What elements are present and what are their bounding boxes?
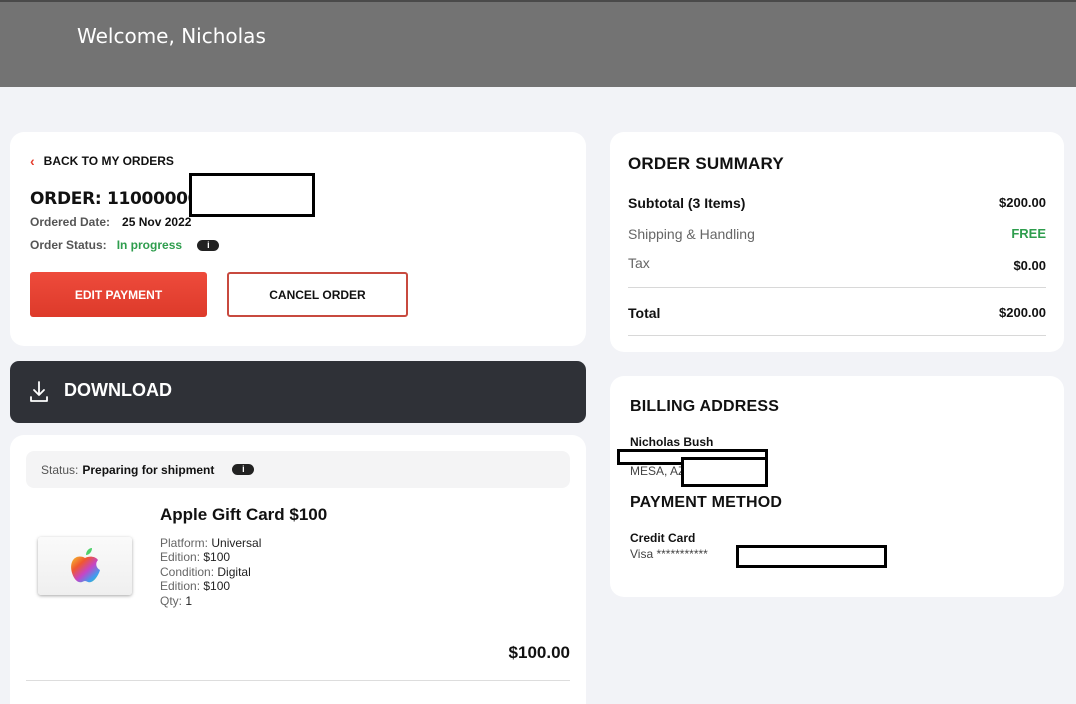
order-summary-card: ORDER SUMMARY Subtotal (3 Items) $200.00… — [610, 132, 1064, 352]
subtotal-label: Subtotal (3 Items) — [628, 195, 746, 211]
item-status-bar: Status: Preparing for shipment i — [26, 451, 570, 488]
spec-label: Qty: — [160, 594, 183, 608]
apple-logo-icon — [71, 548, 100, 583]
spec-platform: Platform: Universal — [160, 536, 261, 550]
divider — [628, 335, 1046, 336]
info-icon[interactable]: i — [197, 240, 220, 252]
cancel-order-button[interactable]: CANCEL ORDER — [227, 272, 408, 317]
billing-name: Nicholas Bush — [630, 435, 714, 449]
spec-label: Edition: — [160, 550, 201, 564]
spec-value: Universal — [211, 536, 262, 550]
order-number: ORDER: 11000000 — [30, 189, 200, 209]
spec-edition-2: Edition: $100 — [160, 579, 230, 593]
subtotal-row: Subtotal (3 Items) $200.00 — [628, 195, 1046, 211]
order-card: ‹ BACK TO MY ORDERS ORDER: 11000000 Orde… — [10, 132, 586, 346]
shipping-row: Shipping & Handling FREE — [628, 226, 1046, 242]
order-summary-title: ORDER SUMMARY — [628, 154, 784, 173]
billing-payment-card: BILLING ADDRESS Nicholas Bush MESA, AZ P… — [610, 376, 1064, 597]
redaction-box — [189, 173, 315, 217]
card-number: Visa *********** — [630, 547, 708, 561]
redaction-box — [681, 457, 768, 487]
spec-value: $100 — [203, 579, 231, 593]
ordered-date-value: 25 Nov 2022 — [122, 215, 192, 229]
order-status-row: Order Status: In progress i — [30, 238, 220, 252]
order-status-value: In progress — [116, 238, 183, 252]
top-header: Welcome, Nicholas — [0, 0, 1076, 87]
payment-method-title: PAYMENT METHOD — [630, 494, 783, 511]
redaction-box — [736, 545, 887, 568]
item-price: $100.00 — [508, 643, 570, 662]
spec-label: Condition: — [160, 565, 215, 579]
billing-address-title: BILLING ADDRESS — [630, 398, 780, 415]
tax-label: Tax — [628, 255, 650, 271]
shipping-label: Shipping & Handling — [628, 226, 755, 242]
divider — [26, 680, 570, 681]
spec-value: $100 — [203, 550, 231, 564]
item-status-label: Status: — [41, 462, 79, 477]
spec-value: Digital — [217, 565, 251, 579]
payment-type: Credit Card — [630, 531, 696, 545]
ordered-date-row: Ordered Date: 25 Nov 2022 — [30, 215, 191, 229]
shipping-value: FREE — [1011, 226, 1046, 241]
welcome-text: Welcome, Nicholas — [77, 24, 266, 48]
edit-payment-button[interactable]: EDIT PAYMENT — [30, 272, 207, 317]
item-status-value: Preparing for shipment — [82, 462, 215, 477]
order-item-card: Status: Preparing for shipment i Apple G… — [10, 435, 586, 704]
spec-qty: Qty: 1 — [160, 594, 192, 608]
spec-value: 1 — [185, 594, 193, 608]
chevron-left-icon: ‹ — [30, 153, 35, 169]
back-label: BACK TO MY ORDERS — [43, 154, 174, 168]
apple-gift-card-image[interactable] — [38, 537, 132, 595]
total-label: Total — [628, 305, 661, 321]
spec-edition: Edition: $100 — [160, 550, 230, 564]
spec-condition: Condition: Digital — [160, 565, 251, 579]
back-to-orders-link[interactable]: ‹ BACK TO MY ORDERS — [30, 153, 174, 169]
order-status-label: Order Status: — [30, 238, 107, 252]
spec-label: Platform: — [160, 536, 209, 550]
tax-value: $0.00 — [1013, 258, 1046, 273]
spec-label: Edition: — [160, 579, 201, 593]
download-button[interactable]: DOWNLOAD — [10, 361, 586, 423]
total-value: $200.00 — [999, 305, 1046, 320]
total-row: Total $200.00 — [628, 305, 1046, 321]
tax-row: Tax $0.00 — [628, 255, 1046, 273]
info-icon[interactable]: i — [232, 464, 255, 475]
ordered-date-label: Ordered Date: — [30, 215, 111, 229]
divider — [628, 287, 1046, 288]
billing-city: MESA, AZ — [630, 464, 686, 478]
item-title[interactable]: Apple Gift Card $100 — [160, 505, 327, 525]
subtotal-value: $200.00 — [999, 195, 1046, 210]
download-icon — [30, 381, 48, 402]
download-label: DOWNLOAD — [64, 380, 172, 400]
